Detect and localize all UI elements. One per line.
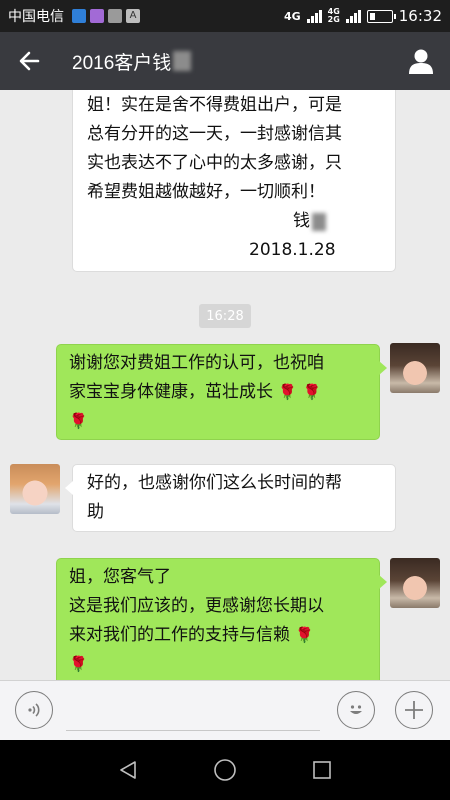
contact-avatar[interactable] [10, 464, 60, 514]
gallery-notification-icon [90, 9, 104, 23]
nav-recents-button[interactable] [302, 750, 342, 790]
message-line: 家宝宝身体健康，茁壮成长 🌹 🌹 [69, 382, 322, 402]
network-secondary-label: 4G 2G [327, 7, 340, 24]
rose-emoji: 🌹 [278, 383, 298, 401]
carrier-label: 中国电信 [8, 9, 64, 25]
timestamp-badge: 16:28 [199, 304, 251, 328]
clock: 16:32 [398, 7, 442, 25]
message-bubble-sent[interactable]: 姐，您客气了 这是我们应该的，更感谢您长期以 来对我们的工作的支持与信赖 🌹 🌹 [56, 558, 387, 680]
message-bubble-received[interactable]: 姐！实在是舍不得费姐出户，可是 总有分开的这一天，一封感谢信其 实也表达不了心中… [72, 90, 396, 272]
redacted-name [173, 51, 192, 71]
circle-home-icon [214, 759, 236, 781]
message-line: 好的，也感谢你们这么长时间的帮 [87, 473, 342, 493]
battery-icon [366, 9, 396, 23]
message-bubble-received[interactable]: 好的，也感谢你们这么长时间的帮 助 [65, 464, 396, 532]
voice-button[interactable] [15, 691, 53, 729]
message-signature: 钱 [87, 207, 381, 236]
signal-icon [306, 9, 322, 23]
profile-button[interactable] [392, 32, 450, 90]
emoji-button[interactable] [337, 691, 375, 729]
message-line: 🌹 [69, 407, 367, 436]
person-icon [409, 49, 433, 74]
font-notification-icon: A [126, 9, 140, 23]
system-nav-bar [0, 740, 450, 800]
message-line: 希望费姐越做越好，一切顺利！ [87, 182, 325, 202]
rose-emoji: 🌹 [302, 383, 322, 401]
status-bar: 中国电信 A 4G 4G 2G 16:32 [0, 0, 450, 32]
square-recents-icon [312, 761, 331, 779]
message-line: 🌹 [69, 650, 367, 679]
signal-icon-2 [345, 9, 361, 23]
message-line: 姐！实在是舍不得费姐出户，可是 [87, 95, 342, 115]
my-avatar[interactable] [390, 558, 440, 608]
rose-emoji: 🌹 [295, 626, 315, 644]
chat-area[interactable]: 姐！实在是舍不得费姐出户，可是 总有分开的这一天，一封感谢信其 实也表达不了心中… [0, 90, 450, 680]
message-bubble-sent[interactable]: 谢谢您对费姐工作的认可，也祝咱 家宝宝身体健康，茁壮成长 🌹 🌹 🌹 [56, 344, 387, 440]
nav-home-button[interactable] [205, 750, 245, 790]
redacted-name [312, 212, 326, 231]
chat-title-bar: 2016客户钱 [0, 32, 450, 90]
back-button[interactable] [0, 32, 58, 90]
triangle-back-icon [120, 761, 137, 779]
message-input[interactable] [66, 705, 320, 731]
message-line: 来对我们的工作的支持与信赖 🌹 [69, 625, 315, 645]
message-line: 实也表达不了心中的太多感谢，只 [87, 153, 342, 173]
message-line: 谢谢您对费姐工作的认可，也祝咱 [69, 353, 324, 373]
smiley-icon [350, 705, 362, 714]
app-notification-icon [108, 9, 122, 23]
more-button[interactable] [395, 691, 433, 729]
chat-title: 2016客户钱 [72, 48, 192, 75]
plus-icon [405, 701, 423, 719]
network-type-label: 4G [283, 9, 301, 23]
arrow-left-icon [19, 51, 40, 71]
notification-icon [72, 9, 86, 23]
message-line: 这是我们应该的，更感谢您长期以 [69, 596, 324, 616]
rose-emoji: 🌹 [69, 412, 88, 430]
my-avatar[interactable] [390, 343, 440, 393]
voice-icon [28, 703, 40, 717]
message-date: 2018.1.28 [249, 240, 336, 260]
rose-emoji: 🌹 [69, 655, 88, 673]
message-line: 助 [87, 502, 104, 522]
message-line: 姐，您客气了 [69, 567, 171, 587]
message-line: 总有分开的这一天，一封感谢信其 [87, 124, 342, 144]
nav-back-button[interactable] [108, 750, 148, 790]
message-input-bar [0, 680, 450, 740]
